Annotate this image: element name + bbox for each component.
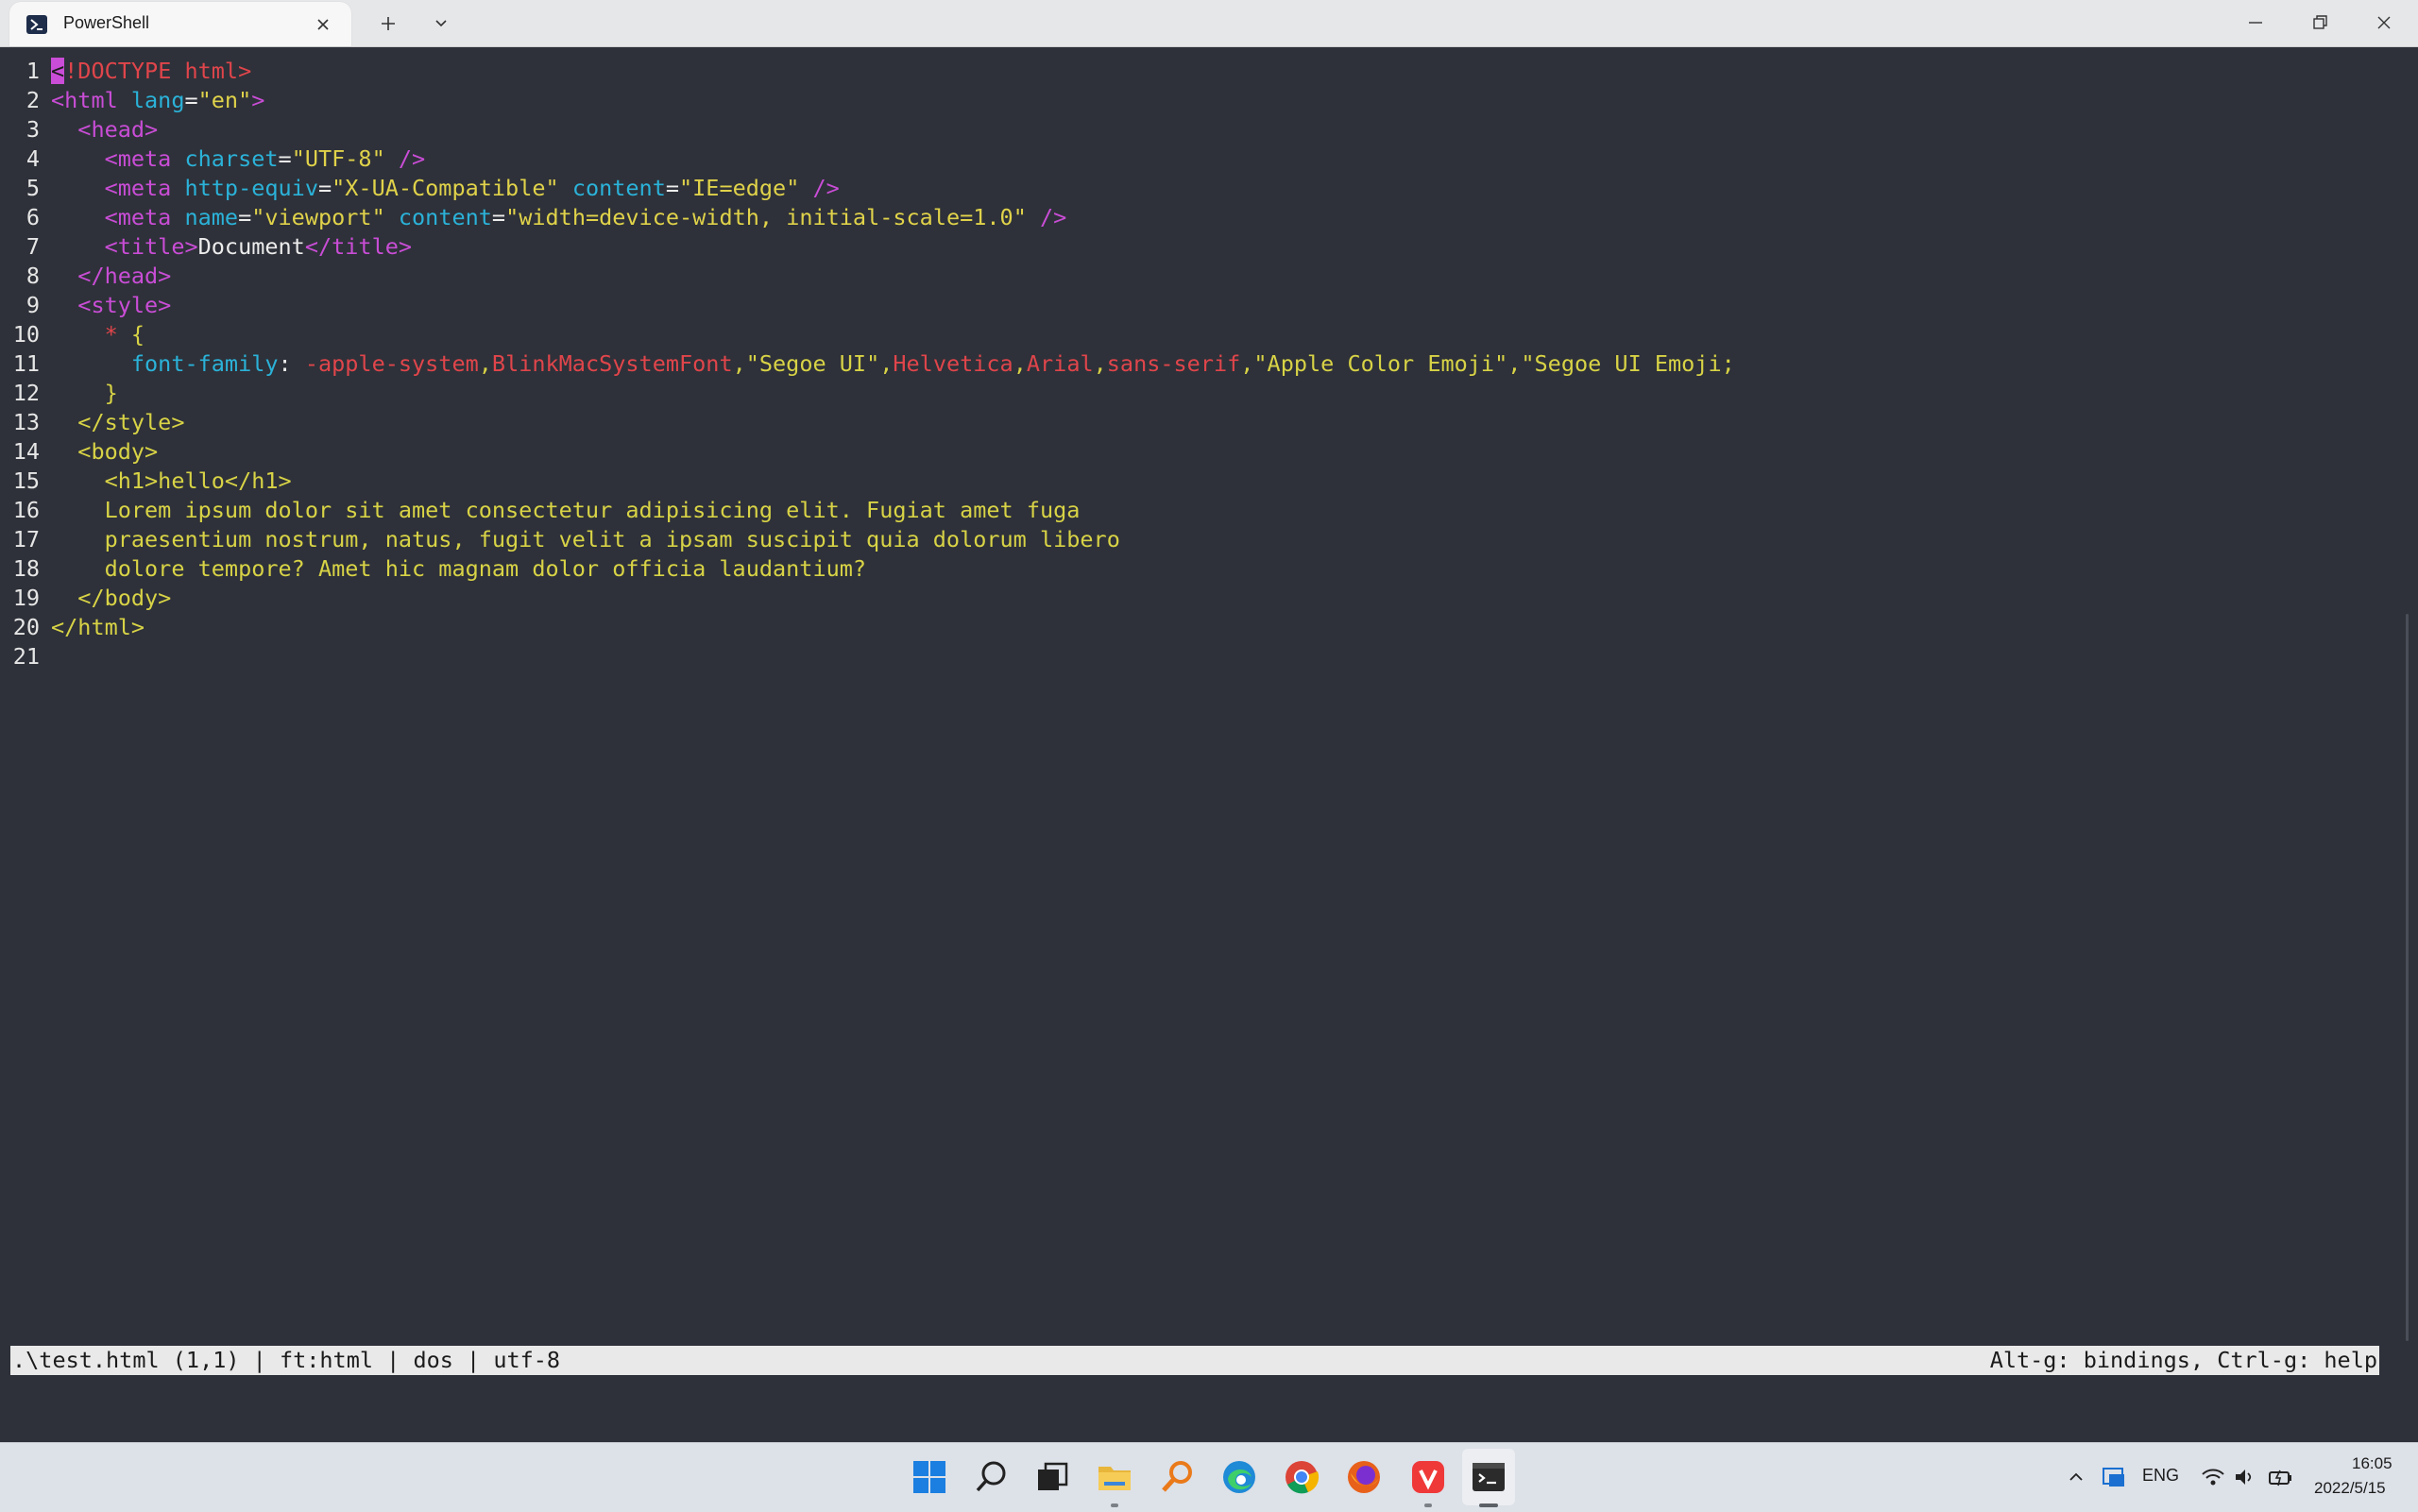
status-file-info: .\test.html (1,1) | ft:html | dos | utf-… — [12, 1347, 561, 1373]
code-line-5: 5 <meta http-equiv="X-UA-Compatible" con… — [26, 175, 840, 201]
code-line-6: 6 <meta name="viewport" content="width=d… — [26, 204, 1067, 230]
code-line-15: 15 <h1>hello</h1> — [12, 467, 292, 494]
code-line-19: 19 </body> — [12, 585, 172, 611]
magnifier-app-icon[interactable] — [1158, 1458, 1196, 1496]
code-line-9: 9 <style> — [26, 292, 172, 318]
volume-icon[interactable] — [2233, 1466, 2256, 1488]
scrollbar[interactable] — [2406, 614, 2409, 1341]
code-line-20: 20 </html> — [12, 614, 145, 640]
text-cursor: < — [51, 58, 65, 84]
code-line-16: 16 Lorem ipsum dolor sit amet consectetu… — [12, 497, 1081, 523]
running-indicator — [1424, 1504, 1432, 1507]
close-icon[interactable] — [312, 13, 334, 36]
windows-start-icon[interactable] — [911, 1458, 948, 1496]
terminal-icon[interactable] — [1470, 1458, 1507, 1496]
tray-app-icon[interactable] — [2101, 1464, 2127, 1490]
active-indicator — [1479, 1504, 1498, 1507]
language-indicator[interactable]: ENG — [2142, 1466, 2179, 1486]
chevron-down-icon[interactable] — [427, 9, 455, 38]
status-help-hint: Alt-g: bindings, Ctrl-g: help — [1989, 1347, 2377, 1373]
plus-icon[interactable] — [374, 9, 402, 38]
code-line-21: 21 — [12, 643, 40, 670]
code-line-4: 4 <meta charset="UTF-8" /> — [26, 145, 426, 172]
running-indicator — [1111, 1504, 1118, 1507]
window-close-icon[interactable] — [2352, 0, 2414, 45]
title-bar: PowerShell — [0, 0, 2418, 47]
code-line-12: 12 } — [12, 380, 118, 406]
tab-title: PowerShell — [63, 13, 150, 32]
file-explorer-icon[interactable] — [1096, 1458, 1133, 1496]
search-icon[interactable] — [973, 1458, 1011, 1496]
chevron-up-icon[interactable] — [2065, 1466, 2087, 1488]
code-line-1: 1 <!DOCTYPE html> — [26, 58, 252, 84]
editor-buffer[interactable]: 1 <!DOCTYPE html> 2 <html lang="en"> 3 <he… — [0, 57, 2418, 1341]
firefox-icon[interactable] — [1345, 1458, 1383, 1496]
tab-powershell[interactable]: PowerShell — [9, 2, 351, 46]
clock-time[interactable]: 16:05 — [2352, 1454, 2392, 1473]
code-line-10: 10 * { — [12, 321, 145, 348]
taskbar: ENG 16:05 2022/5/15 — [0, 1442, 2418, 1512]
powershell-icon — [26, 15, 47, 34]
clock-date[interactable]: 2022/5/15 — [2314, 1479, 2386, 1498]
vivaldi-icon[interactable] — [1409, 1458, 1447, 1496]
code-line-13: 13 </style> — [12, 409, 185, 435]
code-line-2: 2 <html lang="en"> — [26, 87, 265, 113]
code-line-11: 11 font-family: -apple-system,BlinkMacSy… — [12, 350, 1735, 377]
code-line-18: 18 dolore tempore? Amet hic magnam dolor… — [12, 555, 867, 582]
status-line: .\test.html (1,1) | ft:html | dos | utf-… — [10, 1346, 2379, 1375]
minimize-icon[interactable] — [2223, 0, 2286, 45]
edge-icon[interactable] — [1220, 1458, 1258, 1496]
code-line-3: 3 <head> — [26, 116, 159, 143]
maximize-icon[interactable] — [2288, 0, 2350, 45]
code-line-14: 14 <body> — [12, 438, 159, 465]
chrome-icon[interactable] — [1283, 1458, 1320, 1496]
code-line-8: 8 </head> — [26, 263, 172, 289]
code-line-7: 7 <title>Document</title> — [26, 233, 413, 260]
battery-icon[interactable] — [2267, 1466, 2293, 1488]
code-line-17: 17 praesentium nostrum, natus, fugit vel… — [12, 526, 1120, 552]
task-view-icon[interactable] — [1033, 1458, 1071, 1496]
wifi-icon[interactable] — [2201, 1466, 2225, 1488]
